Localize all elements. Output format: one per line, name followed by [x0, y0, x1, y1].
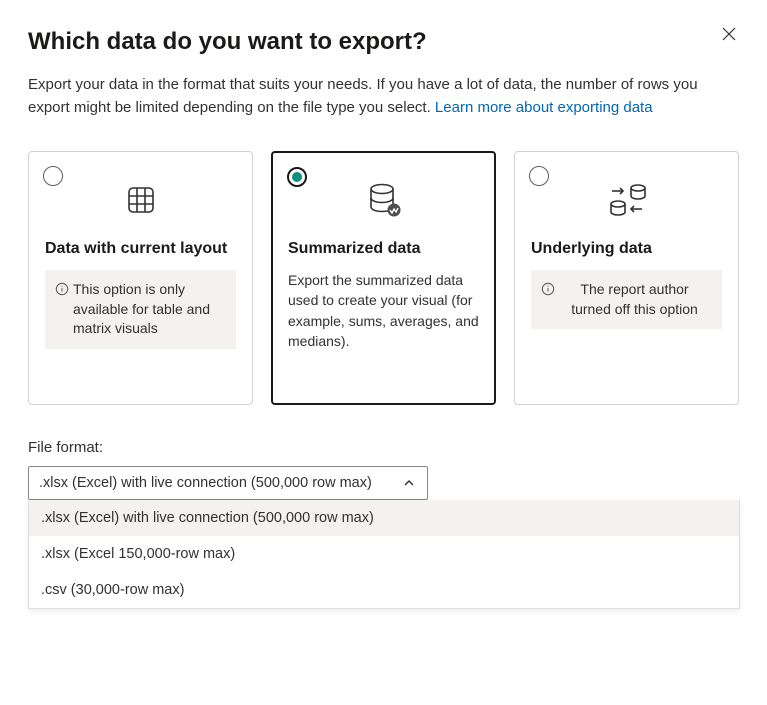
card-note-layout: This option is only available for table … — [45, 270, 236, 349]
radio-summarized[interactable] — [287, 167, 307, 187]
card-title-summarized: Summarized data — [288, 240, 479, 258]
option-current-layout[interactable]: Data with current layout This option is … — [28, 151, 253, 405]
table-layout-icon — [45, 172, 236, 228]
option-underlying[interactable]: Underlying data The report author turned… — [514, 151, 739, 405]
radio-underlying[interactable] — [529, 166, 549, 186]
dropdown-selected-text: .xlsx (Excel) with live connection (500,… — [39, 475, 372, 491]
close-icon — [721, 26, 737, 42]
card-title-underlying: Underlying data — [531, 240, 722, 258]
database-swap-icon — [531, 172, 722, 228]
card-note-text: The report author turned off this option — [559, 280, 710, 319]
card-title-layout: Data with current layout — [45, 240, 236, 258]
dropdown-option-xlsx[interactable]: .xlsx (Excel 150,000-row max) — [29, 536, 739, 572]
intro-text: Export your data in the format that suit… — [28, 74, 728, 119]
dropdown-option-csv[interactable]: .csv (30,000-row max) — [29, 572, 739, 608]
info-icon — [55, 282, 69, 296]
info-icon — [541, 282, 555, 296]
card-note-underlying: The report author turned off this option — [531, 270, 722, 329]
dropdown-option-xlsx-live[interactable]: .xlsx (Excel) with live connection (500,… — [29, 500, 739, 536]
option-summarized[interactable]: Summarized data Export the summarized da… — [271, 151, 496, 405]
file-format-label: File format: — [28, 439, 739, 456]
chevron-up-icon — [403, 477, 415, 489]
dialog-title: Which data do you want to export? — [28, 28, 739, 56]
learn-more-link[interactable]: Learn more about exporting data — [435, 99, 653, 116]
file-format-dropdown[interactable]: .xlsx (Excel) with live connection (500,… — [28, 466, 428, 500]
close-button[interactable] — [719, 24, 739, 44]
card-desc-summarized: Export the summarized data used to creat… — [288, 270, 479, 351]
radio-current-layout[interactable] — [43, 166, 63, 186]
export-options: Data with current layout This option is … — [28, 151, 739, 405]
card-note-text: This option is only available for table … — [73, 280, 224, 339]
database-icon — [288, 172, 479, 228]
file-format-options: .xlsx (Excel) with live connection (500,… — [28, 500, 740, 609]
